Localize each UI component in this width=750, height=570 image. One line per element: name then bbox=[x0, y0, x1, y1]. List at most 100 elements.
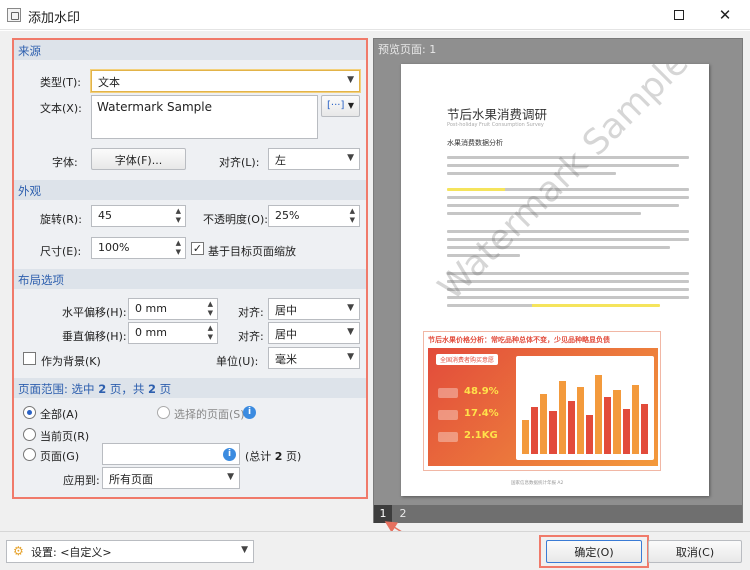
opacity-spinbox[interactable]: 25% ▲ ▼ bbox=[268, 205, 360, 227]
title-bar: 添加水印 ✕ bbox=[0, 0, 750, 30]
size-label: 尺寸(E): bbox=[40, 245, 82, 258]
h-offset-label: 水平偏移(H): bbox=[62, 306, 127, 319]
v-offset-label: 垂直偏移(H): bbox=[62, 330, 127, 343]
pages-input[interactable] bbox=[102, 443, 240, 465]
spin-down-icon[interactable]: ▼ bbox=[176, 216, 181, 224]
app-icon bbox=[7, 8, 21, 22]
unit-select[interactable]: 毫米 ▼ bbox=[268, 347, 360, 369]
spin-up-icon[interactable]: ▲ bbox=[208, 300, 213, 308]
insert-field-button[interactable]: [···] ▼ bbox=[321, 95, 360, 117]
chevron-down-icon: ▼ bbox=[347, 352, 354, 362]
rotation-label: 旋转(R): bbox=[40, 213, 82, 226]
total-pages-text: (总计 2 页) bbox=[245, 448, 301, 464]
all-pages-label: 全部(A) bbox=[40, 408, 79, 421]
doc-footer: 国家信息数据统计年报 A2 bbox=[511, 481, 564, 486]
selected-pages-radio[interactable] bbox=[157, 406, 170, 419]
page-thumb-2[interactable]: 2 bbox=[394, 505, 412, 523]
doc-title: 节后水果消费调研 bbox=[447, 107, 548, 122]
current-page-label: 当前页(R) bbox=[40, 430, 90, 443]
current-page-radio[interactable] bbox=[23, 428, 36, 441]
spin-down-icon[interactable]: ▼ bbox=[208, 309, 213, 317]
spin-up-icon[interactable]: ▲ bbox=[176, 207, 181, 215]
range-total-count: 2 bbox=[148, 382, 157, 396]
stat-3: 2.1KG bbox=[464, 430, 498, 441]
window-title: 添加水印 bbox=[28, 11, 81, 26]
ok-button[interactable]: 确定(O) bbox=[546, 540, 642, 563]
infographic-title: 节后水果价格分析：常吃品种总体不变，少见品种略显负债 bbox=[428, 336, 610, 344]
gear-icon: ⚙ bbox=[13, 544, 24, 558]
cancel-button[interactable]: 取消(C) bbox=[648, 540, 742, 563]
apply-to-value: 所有页面 bbox=[109, 473, 153, 486]
font-label: 字体: bbox=[52, 156, 78, 169]
selected-pages-label: 选择的页面(S) bbox=[174, 408, 245, 421]
pages-radio[interactable] bbox=[23, 448, 36, 461]
bar bbox=[604, 397, 612, 454]
all-pages-radio[interactable] bbox=[23, 406, 36, 419]
watermark-text-value: Watermark Sample bbox=[97, 100, 212, 114]
bar-group bbox=[522, 368, 648, 454]
opacity-value: 25% bbox=[275, 209, 300, 222]
h-offset-value: 0 mm bbox=[135, 302, 167, 315]
appearance-section-header: 外观 bbox=[14, 180, 366, 200]
page-thumb-1[interactable]: 1 bbox=[374, 505, 392, 523]
h-align-select[interactable]: 居中 ▼ bbox=[268, 298, 360, 320]
stat-1: 48.9% bbox=[464, 386, 499, 397]
bar bbox=[613, 390, 621, 454]
bar bbox=[567, 400, 575, 454]
type-value: 文本 bbox=[98, 76, 120, 89]
bar bbox=[522, 419, 530, 454]
bar bbox=[631, 385, 639, 454]
chevron-down-icon: ▼ bbox=[347, 327, 354, 337]
scale-to-page-label: 基于目标页面缩放 bbox=[208, 245, 296, 258]
type-select[interactable]: 文本 ▼ bbox=[91, 70, 360, 92]
apply-to-label: 应用到: bbox=[63, 474, 100, 487]
chevron-down-icon: ▼ bbox=[347, 75, 354, 85]
watermark-text-input[interactable]: Watermark Sample bbox=[91, 95, 318, 139]
bar bbox=[595, 374, 603, 454]
layout-section-header: 布局选项 bbox=[14, 269, 366, 289]
spin-up-icon[interactable]: ▲ bbox=[208, 324, 213, 332]
spin-down-icon[interactable]: ▼ bbox=[208, 333, 213, 341]
unit-value: 毫米 bbox=[275, 353, 297, 366]
bar bbox=[531, 406, 539, 454]
h-offset-spinbox[interactable]: 0 mm ▲ ▼ bbox=[128, 298, 218, 320]
maximize-button[interactable] bbox=[656, 0, 702, 30]
v-offset-spinbox[interactable]: 0 mm ▲ ▼ bbox=[128, 322, 218, 344]
align-select[interactable]: 左 ▼ bbox=[268, 148, 360, 170]
v-offset-value: 0 mm bbox=[135, 326, 167, 339]
total-suffix: 页) bbox=[282, 450, 302, 463]
type-label: 类型(T): bbox=[40, 76, 82, 89]
spin-up-icon[interactable]: ▲ bbox=[176, 239, 181, 247]
align-label: 对齐(L): bbox=[219, 156, 260, 169]
spin-up-icon[interactable]: ▲ bbox=[350, 207, 355, 215]
preview-header: 预览页面: 1 bbox=[374, 39, 742, 57]
settings-select[interactable]: ⚙ 设置: <自定义> ▼ bbox=[6, 540, 254, 563]
doc-subtitle: Post-holiday Fruit Consumption Survey bbox=[447, 122, 544, 128]
rotation-spinbox[interactable]: 45 ▲ ▼ bbox=[91, 205, 186, 227]
stat-icon bbox=[438, 410, 458, 420]
spin-down-icon[interactable]: ▼ bbox=[350, 216, 355, 224]
doc-section: 水果消费数据分析 bbox=[447, 139, 503, 147]
bar bbox=[549, 411, 557, 454]
info-icon[interactable]: i bbox=[223, 448, 236, 461]
scale-to-page-checkbox[interactable]: ✓ bbox=[191, 242, 204, 255]
chevron-down-icon: ▼ bbox=[241, 545, 248, 555]
bar bbox=[585, 415, 594, 454]
close-button[interactable]: ✕ bbox=[702, 0, 748, 30]
v-align-value: 居中 bbox=[275, 328, 297, 341]
range-selected-count: 2 bbox=[98, 382, 107, 396]
doc-infographic: 节后水果价格分析：常吃品种总体不变，少见品种略显负债 全国消费者购买意愿 48.… bbox=[423, 331, 661, 471]
info-icon[interactable]: i bbox=[243, 406, 256, 419]
bottom-bar: ⚙ 设置: <自定义> ▼ 确定(O) 取消(C) bbox=[0, 531, 750, 570]
size-spinbox[interactable]: 100% ▲ ▼ bbox=[91, 237, 186, 259]
v-align-select[interactable]: 居中 ▼ bbox=[268, 322, 360, 344]
source-section-header: 来源 bbox=[14, 40, 366, 60]
pages-label: 页面(G) bbox=[40, 450, 80, 463]
spin-down-icon[interactable]: ▼ bbox=[176, 248, 181, 256]
apply-to-select[interactable]: 所有页面 ▼ bbox=[102, 467, 240, 489]
as-background-checkbox[interactable] bbox=[23, 352, 36, 365]
chevron-down-icon: ▼ bbox=[347, 101, 354, 110]
as-background-label: 作为背景(K) bbox=[41, 355, 101, 368]
settings-panel: 来源 类型(T): 文本 ▼ 文本(X): Watermark Sample [·… bbox=[12, 38, 368, 499]
font-button[interactable]: 字体(F)... bbox=[91, 148, 186, 170]
